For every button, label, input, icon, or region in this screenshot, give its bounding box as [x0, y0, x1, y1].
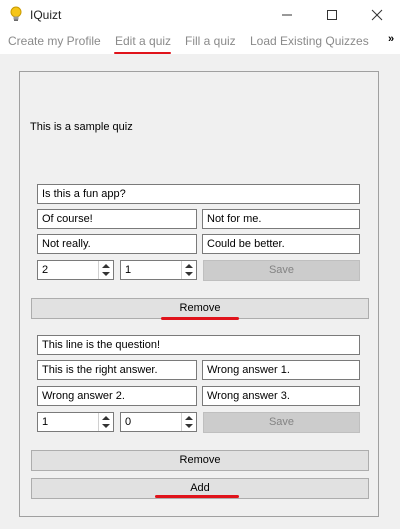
spinbox-value: 0	[125, 416, 132, 428]
question-1-save-button[interactable]: Save	[203, 260, 360, 281]
question-2-answer-1-input[interactable]: This is the right answer.	[37, 360, 197, 380]
add-button-highlight	[155, 495, 239, 498]
spin-arrows[interactable]	[181, 261, 196, 279]
spinbox-value: 1	[42, 416, 49, 428]
selected-tab-underline	[114, 52, 171, 54]
question-1-answer-4-input[interactable]: Could be better.	[202, 234, 360, 254]
question-1-remove-button[interactable]: Remove	[31, 298, 369, 319]
spin-up-icon[interactable]	[102, 416, 110, 420]
spin-up-icon[interactable]	[185, 416, 193, 420]
question-2-remove-button[interactable]: Remove	[31, 450, 369, 471]
question-2-answer-4-input[interactable]: Wrong answer 3.	[202, 386, 360, 406]
question-1-spinbox-2[interactable]: 1	[120, 260, 197, 280]
spin-down-icon[interactable]	[102, 272, 110, 276]
minimize-icon	[282, 14, 292, 16]
close-button[interactable]	[355, 0, 400, 30]
question-1-input[interactable]: Is this a fun app?	[37, 184, 360, 204]
tab-scroll-right-button[interactable]: »	[388, 33, 394, 45]
minimize-button[interactable]	[265, 0, 310, 30]
question-2-spinbox-1[interactable]: 1	[37, 412, 114, 432]
spin-down-icon[interactable]	[185, 424, 193, 428]
tab-bar: Create my Profile Edit a quiz Fill a qui…	[0, 30, 400, 54]
question-2-answer-3-input[interactable]: Wrong answer 2.	[37, 386, 197, 406]
tab-fill-a-quiz[interactable]: Fill a quiz	[185, 34, 236, 48]
remove-button-highlight	[161, 317, 239, 320]
question-1-spinbox-1[interactable]: 2	[37, 260, 114, 280]
spin-up-icon[interactable]	[185, 264, 193, 268]
quiz-title: This is a sample quiz	[30, 121, 133, 133]
window-title: IQuizt	[30, 8, 62, 22]
question-2-save-button[interactable]: Save	[203, 412, 360, 433]
question-2-input[interactable]: This line is the question!	[37, 335, 360, 355]
question-1-answer-2-input[interactable]: Not for me.	[202, 209, 360, 229]
close-icon	[371, 9, 383, 21]
question-1-answer-3-input[interactable]: Not really.	[37, 234, 197, 254]
tab-load-existing-quizzes[interactable]: Load Existing Quizzes	[250, 34, 369, 48]
spin-down-icon[interactable]	[102, 424, 110, 428]
question-2-answer-2-input[interactable]: Wrong answer 1.	[202, 360, 360, 380]
spin-down-icon[interactable]	[185, 272, 193, 276]
question-2-spinbox-2[interactable]: 0	[120, 412, 197, 432]
spin-arrows[interactable]	[181, 413, 196, 431]
spin-arrows[interactable]	[98, 413, 113, 431]
lightbulb-icon	[10, 6, 22, 21]
spin-arrows[interactable]	[98, 261, 113, 279]
question-1-answer-1-input[interactable]: Of course!	[37, 209, 197, 229]
spinbox-value: 2	[42, 264, 49, 276]
spin-up-icon[interactable]	[102, 264, 110, 268]
spinbox-value: 1	[125, 264, 132, 276]
maximize-icon	[327, 10, 337, 20]
title-bar: IQuizt	[0, 0, 400, 30]
tab-create-my-profile[interactable]: Create my Profile	[8, 34, 101, 48]
tab-edit-a-quiz[interactable]: Edit a quiz	[115, 34, 171, 48]
maximize-button[interactable]	[310, 0, 355, 30]
